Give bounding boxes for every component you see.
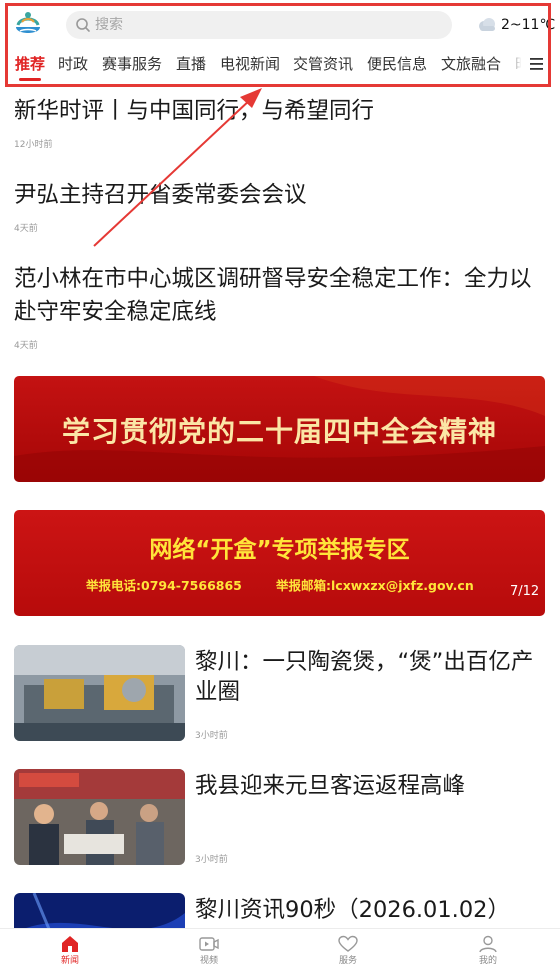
article-title: 黎川资讯90秒（2026.01.02） [195, 897, 510, 923]
nav-label: 服务 [338, 956, 357, 966]
promo-banner-report[interactable]: 网络“开盒”专项举报专区 举报电话:0794-7566865 举报邮箱:lcxw… [14, 510, 545, 616]
heart-icon [338, 935, 358, 952]
carousel-counter: 7/12 [510, 584, 540, 599]
nav-label: 我的 [478, 956, 497, 966]
user-icon [479, 935, 497, 953]
video-icon [199, 937, 219, 951]
article-item[interactable]: 我县迎来元旦客运返程高峰 3小时前 [14, 769, 546, 865]
banner-title: 学习贯彻党的二十届四中全会精神 [61, 415, 497, 448]
article-item[interactable]: 黎川：一只陶瓷煲，“煲”出百亿产业圈 3小时前 [14, 645, 546, 741]
article-time: 12小时前 [14, 140, 53, 150]
article-time: 4天前 [14, 341, 38, 351]
article-title: 尹弘主持召开省委常委会会议 [14, 182, 307, 208]
article-time: 3小时前 [195, 731, 228, 741]
article-item[interactable]: 尹弘主持召开省委常委会会议 4天前 [14, 179, 546, 234]
article-time: 4天前 [14, 224, 38, 234]
bottom-navigation: 新闻 视频 服务 我的 [0, 928, 560, 968]
home-icon [62, 936, 78, 952]
article-thumbnail [14, 769, 185, 865]
article-title: 范小林在市中心城区调研督导安全稳定工作：全力以赴守牢安全稳定底线 [14, 266, 532, 325]
article-item[interactable]: 范小林在市中心城区调研督导安全稳定工作：全力以赴守牢安全稳定底线 4天前 [14, 263, 546, 351]
nav-news[interactable]: 新闻 [40, 931, 100, 968]
article-title: 新华时评丨与中国同行，与希望同行 [14, 98, 375, 124]
banner-title: 网络“开盒”专项举报专区 [149, 537, 410, 563]
nav-label: 新闻 [60, 956, 79, 966]
nav-label: 视频 [199, 956, 218, 966]
article-title: 黎川：一只陶瓷煲，“煲”出百亿产业圈 [195, 649, 534, 705]
article-thumbnail [14, 645, 185, 741]
nav-profile[interactable]: 我的 [458, 931, 518, 968]
nav-services[interactable]: 服务 [318, 931, 378, 968]
annotation-highlight-box [5, 3, 551, 87]
article-title: 我县迎来元旦客运返程高峰 [195, 773, 466, 799]
article-time: 3小时前 [195, 855, 228, 865]
nav-video[interactable]: 视频 [179, 931, 239, 968]
report-phone: 举报电话:0794-7566865 [86, 578, 242, 593]
promo-banner-plenary[interactable]: 学习贯彻党的二十届四中全会精神 [14, 376, 545, 482]
article-item[interactable]: 新华时评丨与中国同行，与希望同行 12小时前 [14, 95, 546, 150]
report-email: 举报邮箱:lcxwxzx@jxfz.gov.cn [276, 578, 474, 593]
